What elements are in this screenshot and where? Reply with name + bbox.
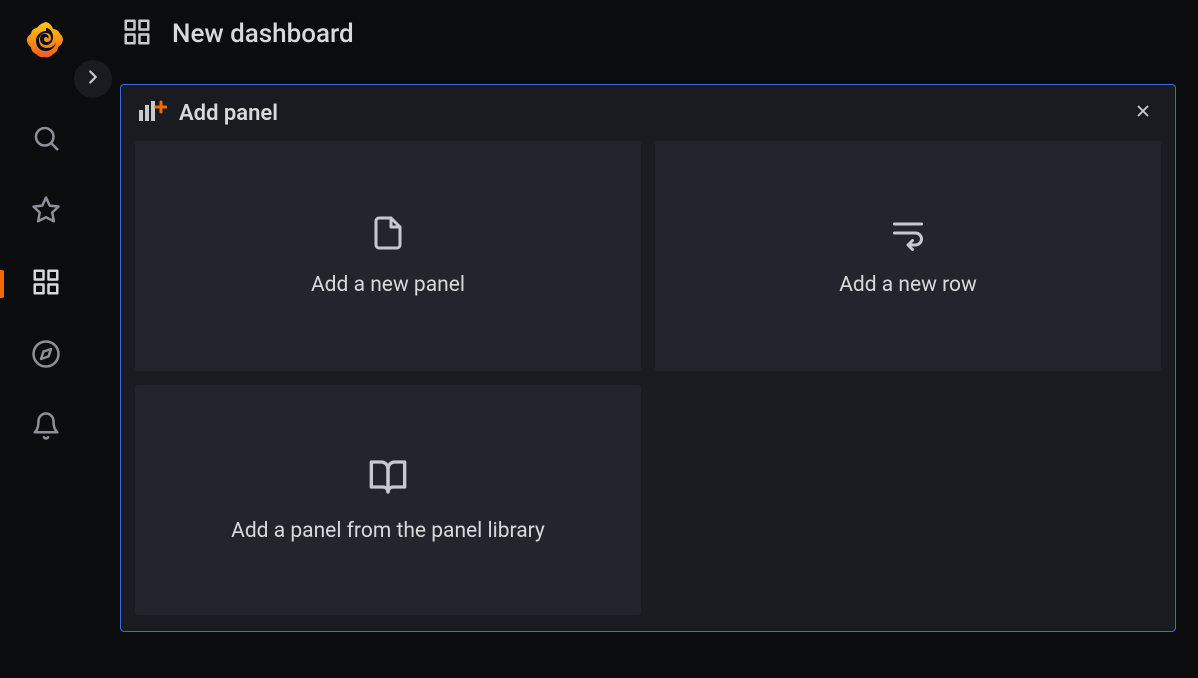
add-new-panel-label: Add a new panel: [311, 273, 465, 297]
add-new-row-card[interactable]: Add a new row: [655, 141, 1161, 371]
file-icon: [370, 215, 406, 255]
sidebar-item-explore[interactable]: [0, 320, 92, 392]
add-panel-plus-icon: [137, 99, 167, 127]
sidebar-item-alerts[interactable]: [0, 392, 92, 464]
add-panel-header: Add panel: [121, 85, 1175, 141]
star-icon: [31, 195, 61, 229]
sidebar-item-dashboards[interactable]: [0, 248, 92, 320]
chevron-right-icon: [82, 66, 104, 92]
bell-icon: [31, 411, 61, 445]
topbar: New dashboard: [92, 0, 1198, 68]
main-area: New dashboard: [92, 0, 1198, 678]
add-panel-from-library-label: Add a panel from the panel library: [231, 519, 545, 543]
wrap-text-icon: [890, 215, 926, 255]
page-title: New dashboard: [172, 19, 354, 49]
grafana-logo[interactable]: [23, 18, 69, 64]
close-icon: [1134, 102, 1152, 124]
dashboard-panels-icon: [31, 267, 61, 301]
book-open-icon: [368, 457, 408, 501]
sidebar-item-search[interactable]: [0, 104, 92, 176]
add-panel-title: Add panel: [179, 101, 278, 126]
sidebar: [0, 0, 92, 678]
expand-sidebar-button[interactable]: [74, 60, 112, 98]
add-new-row-label: Add a new row: [839, 273, 977, 297]
close-add-panel-button[interactable]: [1131, 101, 1155, 125]
compass-icon: [31, 339, 61, 373]
add-panel-from-library-card[interactable]: Add a panel from the panel library: [135, 385, 641, 615]
add-panel-container: Add panel: [120, 84, 1176, 632]
sidebar-item-favorites[interactable]: [0, 176, 92, 248]
dashboard-panels-icon: [122, 17, 152, 51]
add-new-panel-card[interactable]: Add a new panel: [135, 141, 641, 371]
search-icon: [31, 123, 61, 157]
